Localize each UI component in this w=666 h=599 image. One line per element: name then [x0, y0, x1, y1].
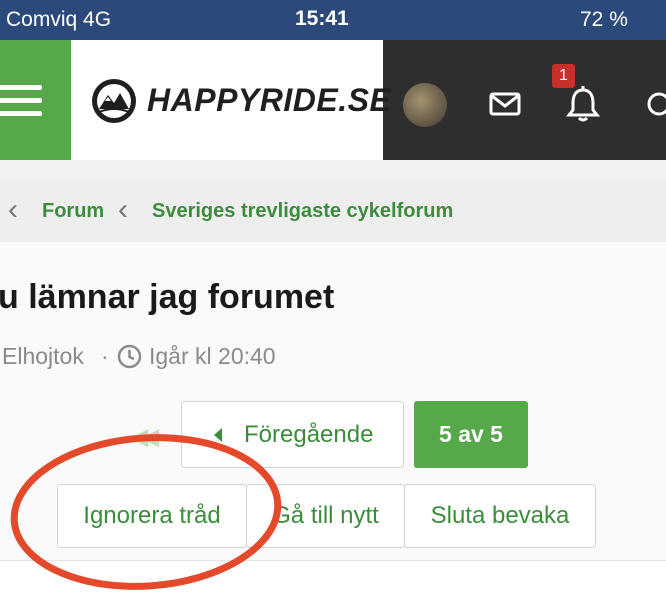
breadcrumb-item-subforum[interactable]: Sveriges trevligaste cykelforum [152, 200, 453, 223]
top-navbar: HAPPYRIDE.SE 1 [0, 40, 666, 160]
bell-icon[interactable] [566, 84, 600, 124]
previous-page-label: Föregående [244, 421, 374, 448]
unwatch-button[interactable]: Sluta bevaka [404, 484, 596, 548]
mail-icon[interactable] [489, 92, 521, 116]
page-indicator-button[interactable]: 5 av 5 [414, 401, 528, 468]
previous-page-button[interactable]: Föregående [181, 401, 404, 468]
status-bar: Comviq 4G 15:41 72 % [0, 0, 666, 40]
chevron-left-icon: ‹ [118, 193, 128, 226]
carrier-label: Comviq 4G [6, 8, 112, 31]
breadcrumb: ‹ Forum ‹ Sveriges trevligaste cykelforu… [0, 180, 666, 242]
ignore-thread-button[interactable]: Ignorera tråd [57, 484, 247, 548]
chevron-left-icon: ‹ [8, 193, 18, 226]
thread-date: Igår kl 20:40 [149, 343, 276, 369]
first-page-icon[interactable]: ◀◀ [131, 424, 159, 450]
thread-author[interactable]: Elhojtok [2, 343, 84, 370]
avatar[interactable] [403, 83, 447, 127]
meta-separator: · [101, 343, 109, 369]
logo-icon [92, 79, 136, 123]
clock-icon [117, 344, 142, 369]
caret-left-icon [214, 428, 222, 442]
breadcrumb-item-forum[interactable]: Forum [42, 200, 104, 223]
next-section-strip [0, 560, 666, 599]
clock-label: 15:41 [295, 7, 349, 30]
search-icon[interactable] [645, 90, 666, 120]
site-logo[interactable]: HAPPYRIDE.SE [71, 40, 391, 160]
menu-button[interactable] [0, 40, 71, 160]
battery-label: 72 % [580, 8, 628, 31]
logo-text: HAPPYRIDE.SE [147, 82, 392, 118]
go-to-new-button[interactable]: Gå till nytt [246, 484, 405, 548]
page-title: u lämnar jag forumet [0, 278, 335, 316]
